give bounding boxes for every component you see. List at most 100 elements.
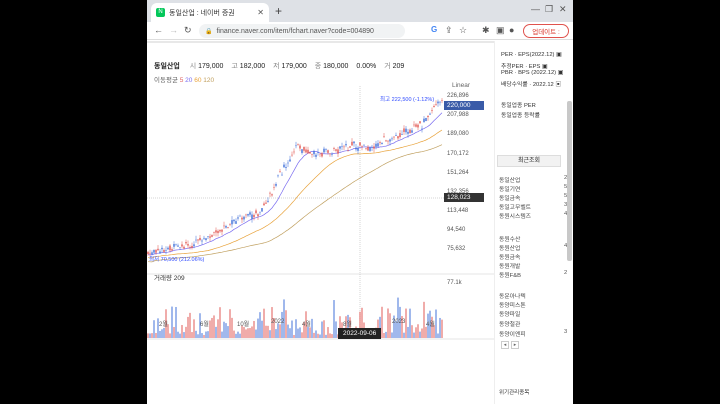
volume-bar	[419, 331, 421, 338]
bookmark-star-icon[interactable]: ☆	[459, 25, 467, 36]
candle-body	[387, 140, 389, 142]
volume-bar	[301, 332, 303, 338]
candle-body	[325, 149, 327, 150]
candle-body	[257, 214, 259, 217]
page-content: 동일산업 시 179,000 고 182,000 저 179,000 종 180…	[147, 41, 573, 404]
volume-bar	[203, 334, 205, 338]
candle-body	[277, 175, 279, 177]
profile-avatar-icon[interactable]: ●	[509, 25, 514, 35]
maximize-icon[interactable]: ❐	[545, 4, 553, 15]
candle-body	[323, 148, 325, 153]
recent-item[interactable]: 동양철관	[499, 319, 520, 328]
volume-bar	[221, 331, 223, 338]
volume-bar	[251, 326, 253, 338]
volume-bar	[403, 332, 405, 338]
candle-body	[379, 142, 381, 144]
volume-bar	[235, 333, 237, 338]
candle-body	[341, 146, 343, 148]
recent-item[interactable]: 동양파일	[499, 309, 520, 318]
recent-item[interactable]: 동원금속	[499, 252, 520, 261]
back-icon[interactable]: ←	[154, 25, 163, 35]
candle-body	[383, 136, 385, 138]
volume-bar	[311, 318, 313, 338]
volume-bar	[219, 307, 221, 338]
share-icon[interactable]: ⇪	[445, 25, 453, 36]
y-tick: 226,896	[447, 93, 469, 99]
recent-item[interactable]: 동일고무벨트	[499, 202, 531, 211]
volume-bar	[183, 332, 185, 338]
price-chart[interactable]	[147, 41, 494, 341]
page-scrollbar[interactable]	[567, 101, 572, 261]
recent-count: 3	[564, 329, 568, 335]
volume-bar	[253, 320, 255, 338]
address-bar[interactable]: 🔒 finance.naver.com/item/fchart.naver?co…	[199, 24, 405, 38]
recent-item[interactable]: 동일산업	[499, 175, 520, 184]
recent-title[interactable]: 최근조회	[497, 155, 561, 167]
recent-item[interactable]: 동원개발	[499, 261, 520, 270]
recent-item[interactable]: 동원F&B	[499, 270, 521, 279]
close-tab-icon[interactable]: ✕	[257, 8, 264, 17]
recent-item[interactable]: 동운아나텍	[499, 291, 526, 300]
x-tick: 8월	[343, 322, 352, 328]
recent-item[interactable]: 동원수산	[499, 234, 520, 243]
candle-body	[147, 251, 149, 255]
volume-bar	[263, 308, 265, 338]
volume-bar	[169, 333, 171, 338]
volume-bar	[397, 297, 399, 338]
sidepanel-icon[interactable]: ▣	[496, 25, 505, 36]
candle-body	[181, 244, 183, 247]
volume-bar	[185, 326, 187, 338]
url-text: finance.naver.com/item/fchart.naver?code…	[216, 27, 374, 35]
forward-icon[interactable]: →	[169, 25, 178, 35]
candle-body	[149, 252, 151, 254]
lock-icon: 🔒	[205, 28, 213, 35]
candle-body	[231, 220, 233, 225]
recent-item[interactable]: 동양이엔피	[499, 329, 526, 338]
candle-body	[413, 124, 415, 126]
candle-body	[171, 249, 173, 251]
volume-bar	[381, 306, 383, 338]
new-tab-icon[interactable]: +	[275, 4, 282, 18]
browser-tab[interactable]: N 동일산업 : 네이버 증권 ✕	[151, 3, 269, 22]
recent-item[interactable]: 동양피스톤	[499, 300, 526, 309]
candle-body	[345, 144, 347, 146]
candle-body	[159, 251, 161, 254]
volume-bar	[209, 320, 211, 338]
candle-body	[321, 153, 323, 157]
volume-bar	[385, 331, 387, 338]
minimize-icon[interactable]: —	[531, 4, 540, 14]
candle-body	[157, 248, 159, 251]
candle-body	[211, 235, 213, 237]
volume-bar	[265, 325, 267, 338]
candle-body	[371, 147, 373, 148]
reload-icon[interactable]: ↻	[184, 25, 192, 36]
recent-item[interactable]: 동원시스템즈	[499, 211, 531, 220]
google-icon[interactable]: G	[431, 25, 437, 34]
candle-body	[433, 106, 435, 108]
candle-body	[293, 151, 295, 153]
prev-page-button[interactable]: ◂	[501, 341, 509, 349]
volume-bar	[437, 333, 439, 338]
volume-bar	[225, 323, 227, 338]
close-window-icon[interactable]: ✕	[559, 4, 567, 15]
candle-body	[351, 141, 353, 146]
next-page-button[interactable]: ▸	[511, 341, 519, 349]
extensions-icon[interactable]: ✱	[482, 25, 490, 36]
recent-item[interactable]: 동일기연	[499, 184, 520, 193]
candle-body	[381, 142, 383, 144]
recent-item[interactable]: 동원산업	[499, 243, 520, 252]
volume-bar	[313, 332, 315, 338]
candle-body	[255, 210, 257, 214]
candle-body	[427, 115, 429, 118]
recent-item[interactable]: 동일금속	[499, 193, 520, 202]
update-button[interactable]: 업데이트 :	[523, 24, 569, 38]
current-price-badge: 220,000	[444, 101, 484, 110]
candle-body	[223, 225, 225, 227]
volume-bar	[175, 306, 177, 338]
candle-body	[329, 153, 331, 155]
candle-body	[401, 133, 403, 135]
volume-bar	[195, 330, 197, 338]
candle-body	[295, 145, 297, 147]
candle-body	[203, 237, 205, 239]
candle-body	[227, 227, 229, 229]
